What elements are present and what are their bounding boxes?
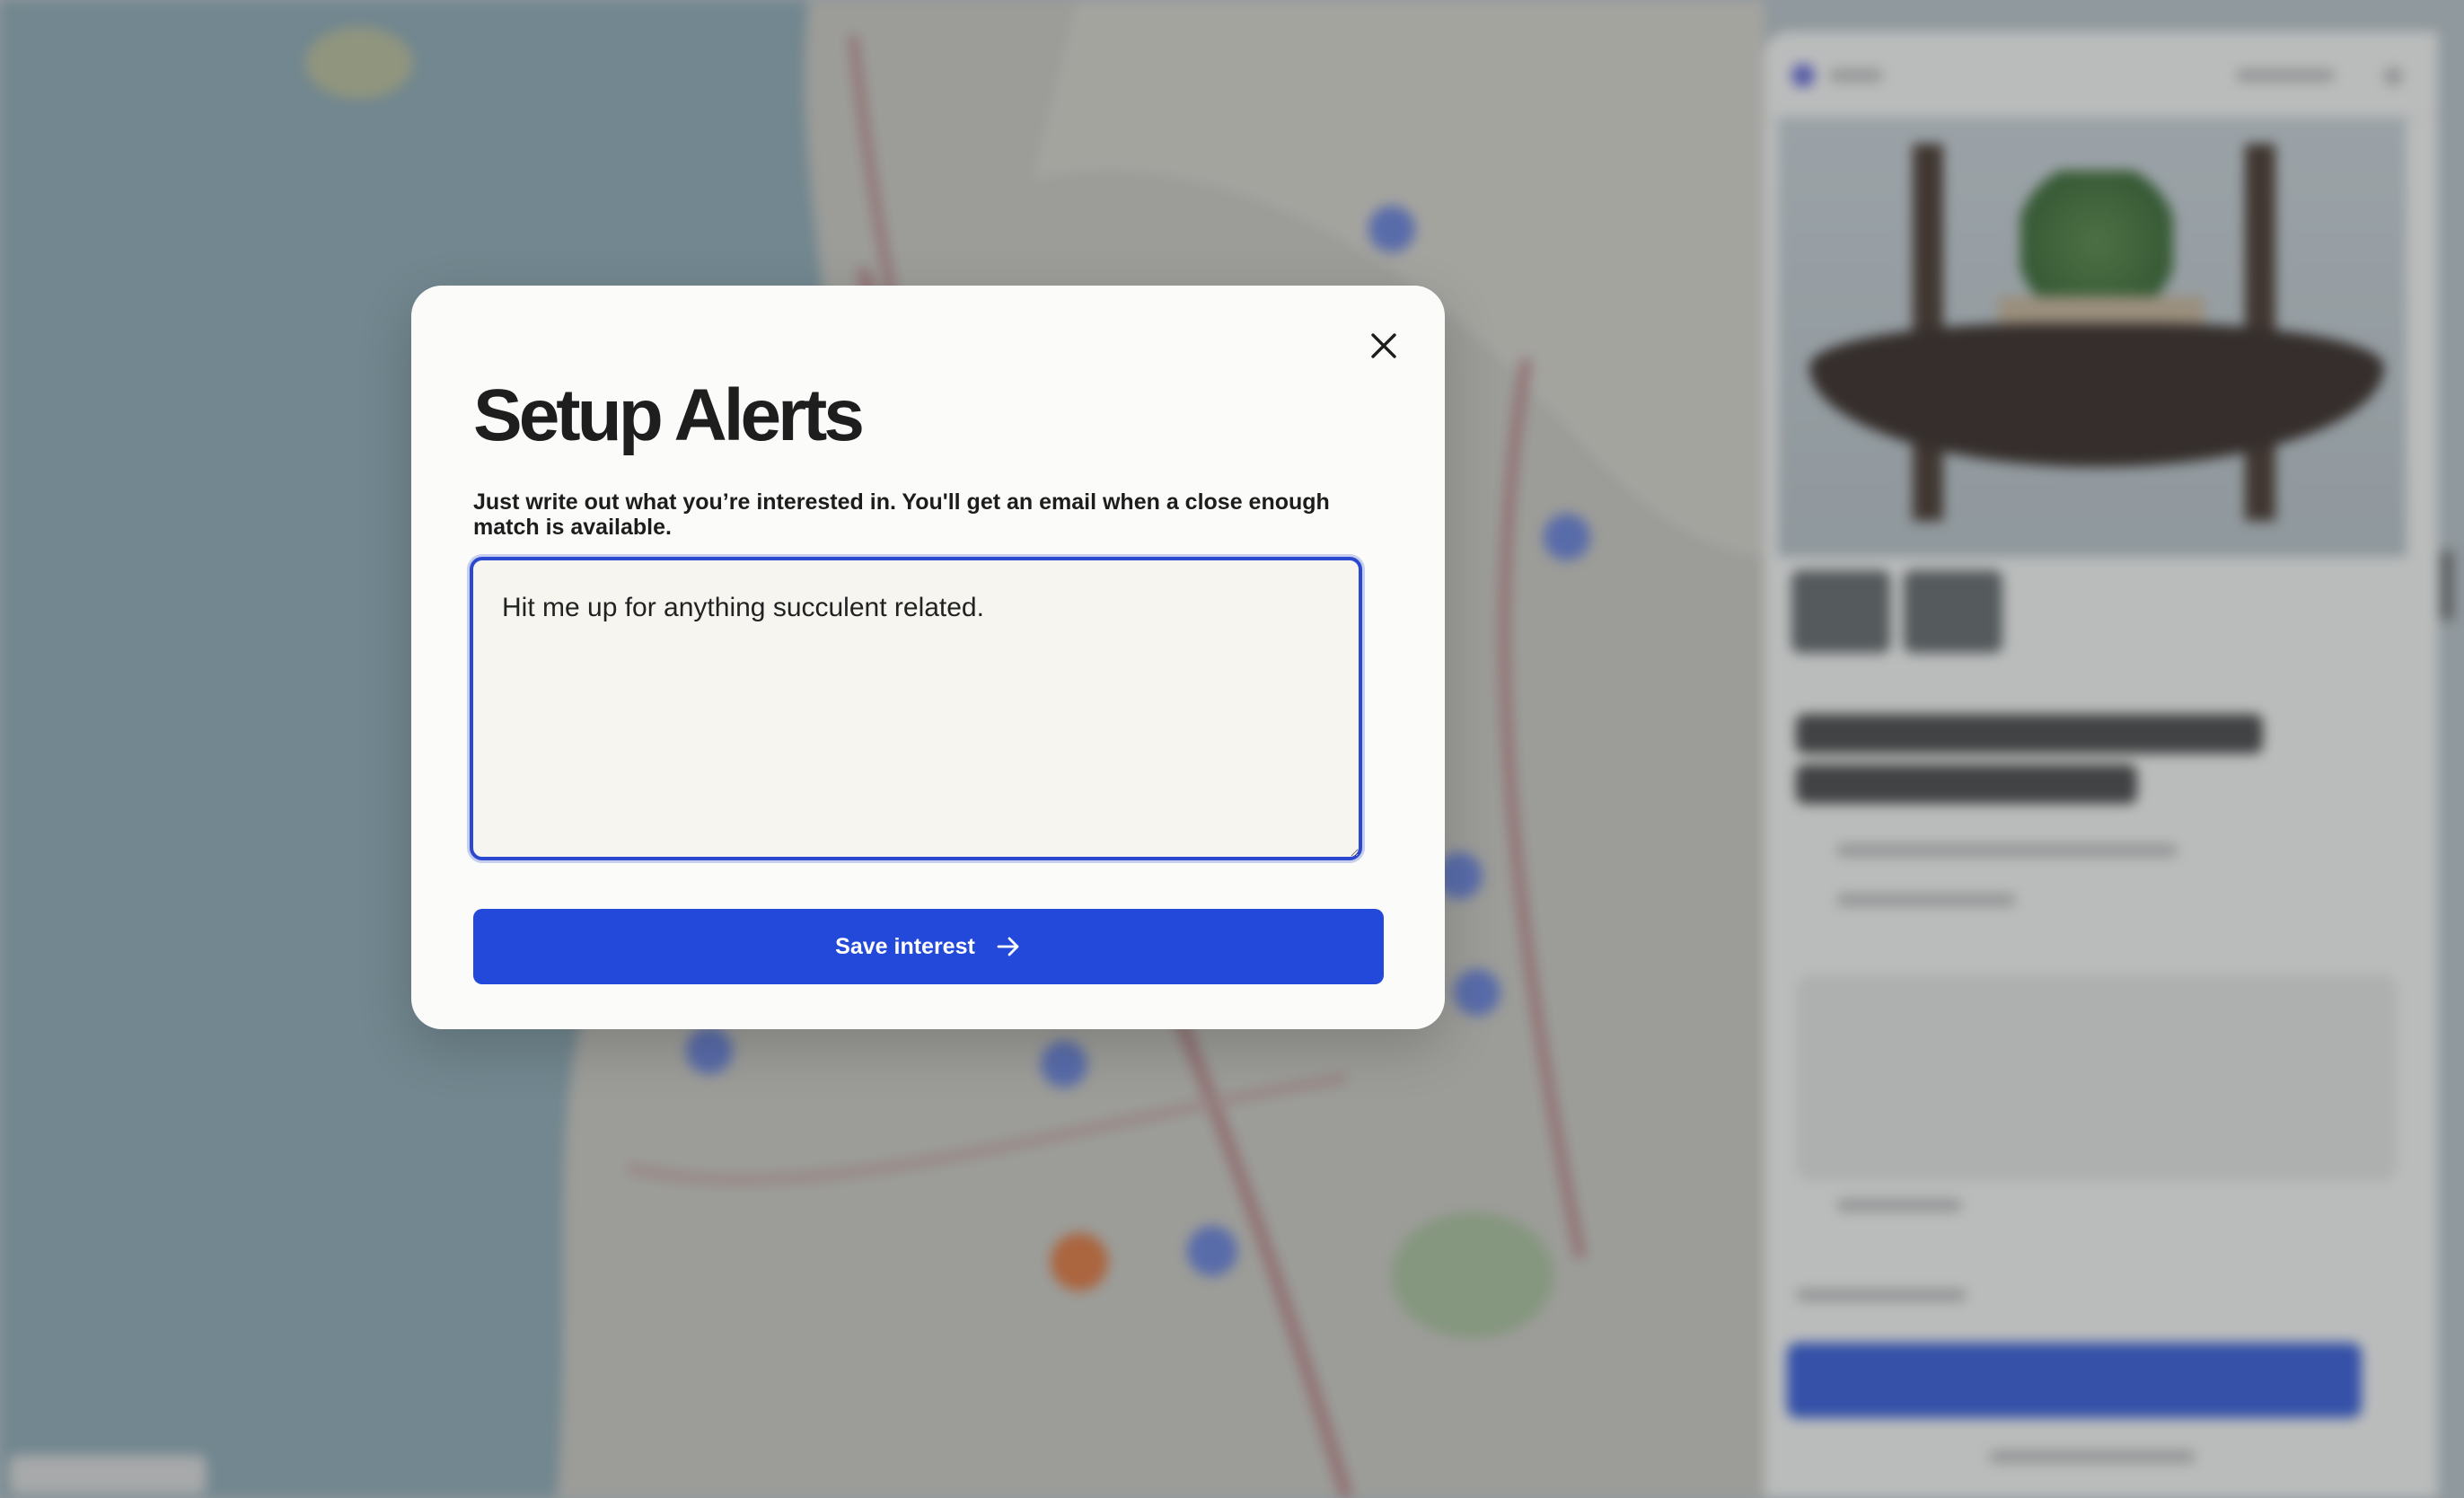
dialog-title: Setup Alerts [473,374,865,456]
interest-input[interactable]: Hit me up for anything succulent related… [470,557,1362,860]
close-icon [1371,333,1396,358]
save-button-label: Save interest [835,933,975,959]
save-interest-button[interactable]: Save interest [473,909,1384,984]
dialog-description: Just write out what you’re interested in… [473,489,1330,540]
setup-alerts-dialog: Setup Alerts Just write out what you’re … [411,286,1445,1029]
close-button[interactable] [1363,325,1404,366]
arrow-right-icon [997,937,1019,956]
